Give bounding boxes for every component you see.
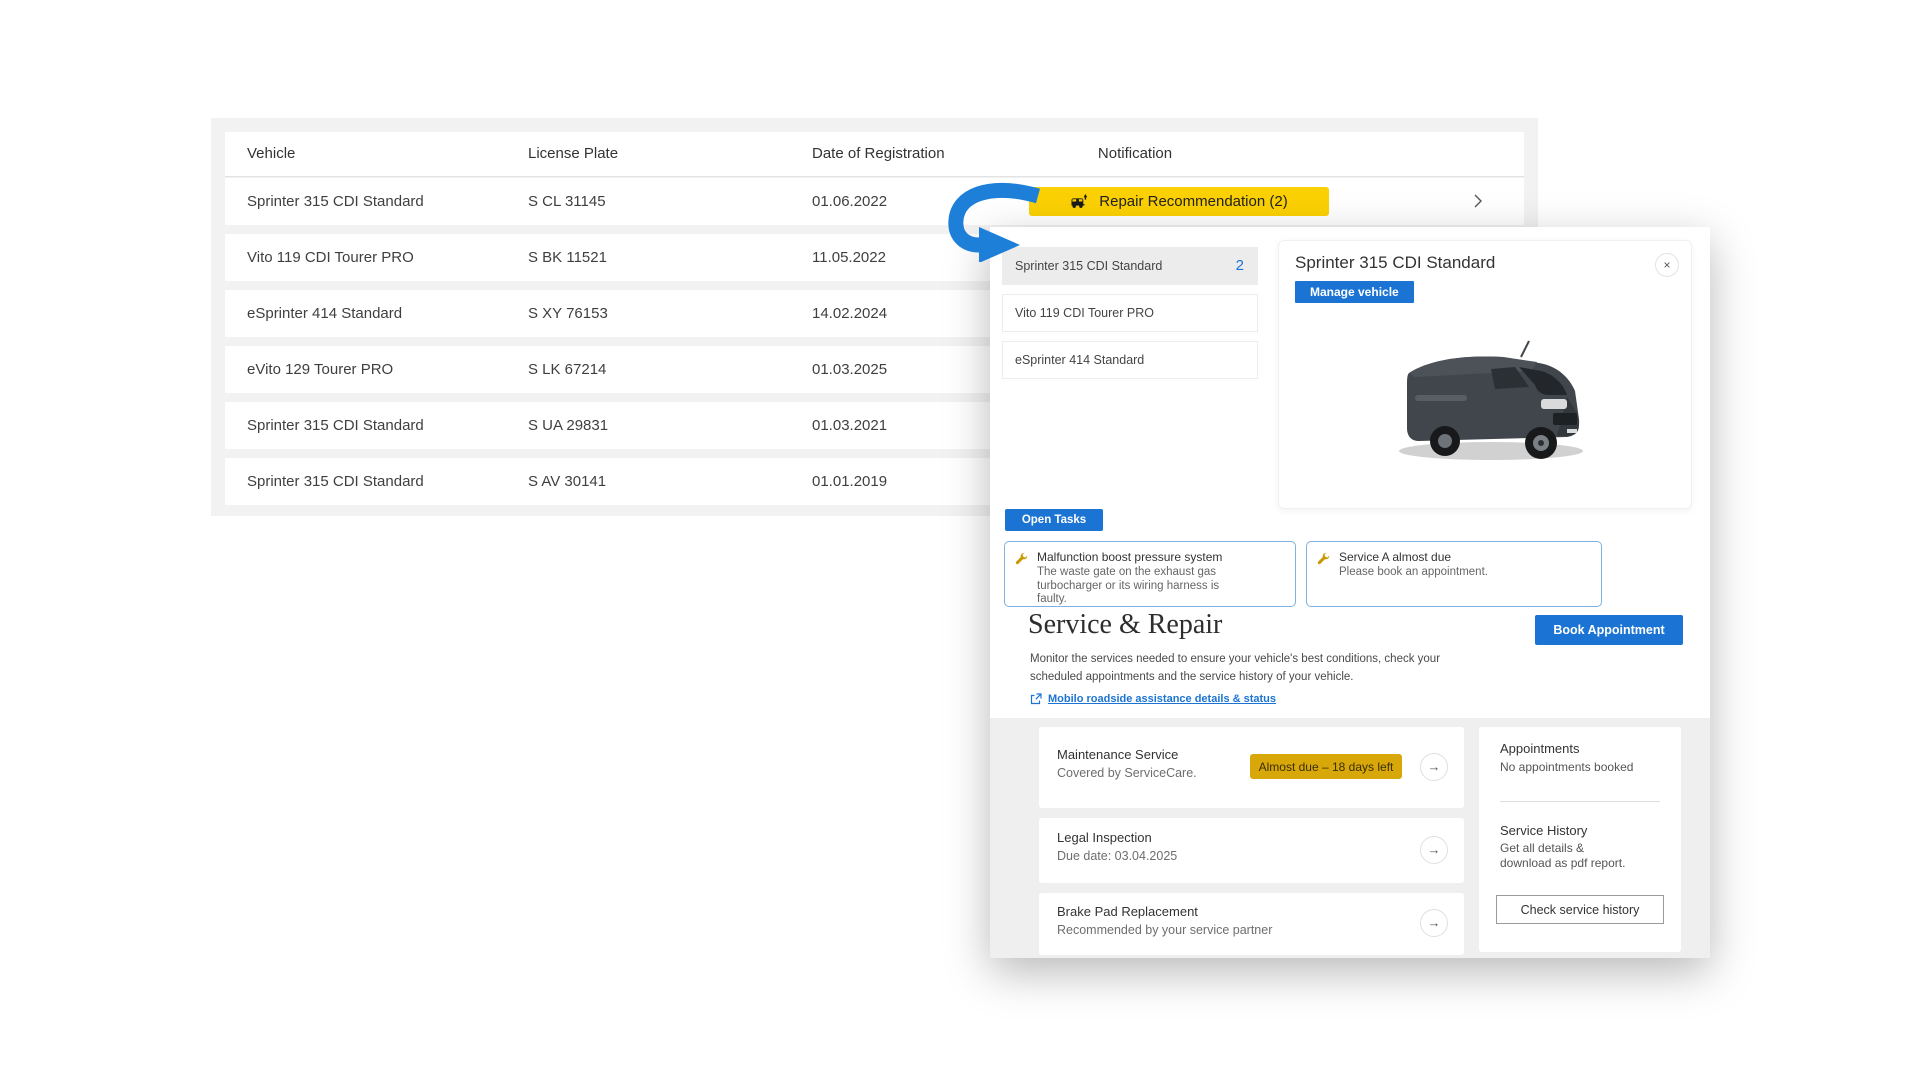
cell-date: 11.05.2022 <box>812 234 886 281</box>
service-card-legal-inspection[interactable]: Legal Inspection Due date: 03.04.2025 → <box>1039 818 1464 883</box>
vehicle-list-label: Vito 119 CDI Tourer PRO <box>1015 295 1154 331</box>
book-appointment-button[interactable]: Book Appointment <box>1535 615 1683 645</box>
header-license-plate: License Plate <box>528 132 618 176</box>
arrow-right-icon[interactable]: → <box>1420 753 1448 781</box>
arrow-right-icon[interactable]: → <box>1420 836 1448 864</box>
vehicle-popup: Sprinter 315 CDI Standard 2 Vito 119 CDI… <box>990 227 1710 958</box>
table-row[interactable]: Sprinter 315 CDI Standard S CL 31145 01.… <box>225 178 1524 225</box>
divider <box>1500 801 1660 802</box>
van-alert-icon <box>1070 193 1090 211</box>
cell-license-plate: S LK 67214 <box>528 346 606 393</box>
service-card-title: Legal Inspection <box>1057 830 1152 845</box>
cell-license-plate: S BK 11521 <box>528 234 607 281</box>
task-body: Please book an appointment. <box>1339 566 1579 580</box>
vehicle-list-item[interactable]: eSprinter 414 Standard <box>1002 341 1258 379</box>
open-task-count-badge: 2 <box>1236 248 1244 284</box>
task-body: The waste gate on the exhaust gas turboc… <box>1037 566 1243 607</box>
arrow-right-icon[interactable]: → <box>1420 909 1448 937</box>
task-title: Malfunction boost pressure system <box>1037 550 1222 564</box>
table-header-row: Vehicle License Plate Date of Registrati… <box>225 132 1524 177</box>
page: Vehicle License Plate Date of Registrati… <box>0 0 1920 1080</box>
task-title: Service A almost due <box>1339 550 1451 564</box>
van-image <box>1371 333 1606 488</box>
cell-vehicle: Vito 119 CDI Tourer PRO <box>247 234 414 281</box>
cell-license-plate: S CL 31145 <box>528 178 606 225</box>
service-card-subtitle: Recommended by your service partner <box>1057 923 1272 937</box>
appointments-title: Appointments <box>1500 741 1580 756</box>
service-card-title: Brake Pad Replacement <box>1057 904 1198 919</box>
cell-date: 14.02.2024 <box>812 290 887 337</box>
service-repair-heading: Service & Repair <box>1028 609 1222 641</box>
cell-date: 01.01.2019 <box>812 458 887 505</box>
cell-license-plate: S XY 76153 <box>528 290 608 337</box>
wrench-icon <box>1317 552 1330 565</box>
service-history-text: Get all details & <box>1500 841 1584 855</box>
repair-recommendation-badge[interactable]: Repair Recommendation (2) <box>1029 187 1329 216</box>
service-history-title: Service History <box>1500 823 1587 838</box>
cell-date: 01.03.2025 <box>812 346 887 393</box>
mobilo-link-label: Mobilo roadside assistance details & sta… <box>1048 693 1276 705</box>
vehicle-title: Sprinter 315 CDI Standard <box>1295 253 1495 273</box>
vehicle-list-label: eSprinter 414 Standard <box>1015 342 1144 378</box>
manage-vehicle-button[interactable]: Manage vehicle <box>1295 281 1414 303</box>
chevron-right-icon[interactable] <box>1470 193 1486 209</box>
check-service-history-button[interactable]: Check service history <box>1496 895 1664 924</box>
cell-vehicle: eSprinter 414 Standard <box>247 290 402 337</box>
almost-due-badge: Almost due – 18 days left <box>1250 754 1402 779</box>
cell-vehicle: Sprinter 315 CDI Standard <box>247 402 424 449</box>
cell-license-plate: S AV 30141 <box>528 458 606 505</box>
service-repair-description: Monitor the services needed to ensure yo… <box>1030 653 1440 665</box>
header-vehicle: Vehicle <box>247 132 295 176</box>
vehicle-list-item[interactable]: Vito 119 CDI Tourer PRO <box>1002 294 1258 332</box>
header-notification: Notification <box>1035 132 1235 176</box>
cell-vehicle: Sprinter 315 CDI Standard <box>247 178 424 225</box>
header-date-of-registration: Date of Registration <box>812 132 945 176</box>
service-card-maintenance[interactable]: Maintenance Service Covered by ServiceCa… <box>1039 727 1464 808</box>
wrench-icon <box>1015 552 1028 565</box>
appointments-card: Appointments No appointments booked Serv… <box>1479 727 1681 952</box>
service-card-subtitle: Due date: 03.04.2025 <box>1057 849 1177 863</box>
service-history-text: download as pdf report. <box>1500 856 1625 870</box>
cell-date: 01.06.2022 <box>812 178 887 225</box>
mobilo-link[interactable]: Mobilo roadside assistance details & sta… <box>1030 693 1276 705</box>
cell-date: 01.03.2021 <box>812 402 887 449</box>
cell-license-plate: S UA 29831 <box>528 402 608 449</box>
cell-vehicle: Sprinter 315 CDI Standard <box>247 458 424 505</box>
vehicle-detail-card: Sprinter 315 CDI Standard Manage vehicle… <box>1278 240 1692 509</box>
appointments-status: No appointments booked <box>1500 760 1633 774</box>
arrow-swoosh-icon <box>946 182 1042 262</box>
cell-vehicle: eVito 129 Tourer PRO <box>247 346 393 393</box>
external-link-icon <box>1030 693 1042 705</box>
task-card[interactable]: Service A almost due Please book an appo… <box>1306 541 1602 607</box>
service-card-title: Maintenance Service <box>1057 747 1178 762</box>
service-repair-description: scheduled appointments and the service h… <box>1030 671 1353 683</box>
repair-recommendation-label: Repair Recommendation (2) <box>1099 193 1287 210</box>
service-card-brake-pad[interactable]: Brake Pad Replacement Recommended by you… <box>1039 893 1464 955</box>
open-tasks-button[interactable]: Open Tasks <box>1005 509 1103 531</box>
close-icon[interactable]: × <box>1655 253 1679 277</box>
task-card[interactable]: Malfunction boost pressure system The wa… <box>1004 541 1296 607</box>
service-card-subtitle: Covered by ServiceCare. <box>1057 766 1197 780</box>
